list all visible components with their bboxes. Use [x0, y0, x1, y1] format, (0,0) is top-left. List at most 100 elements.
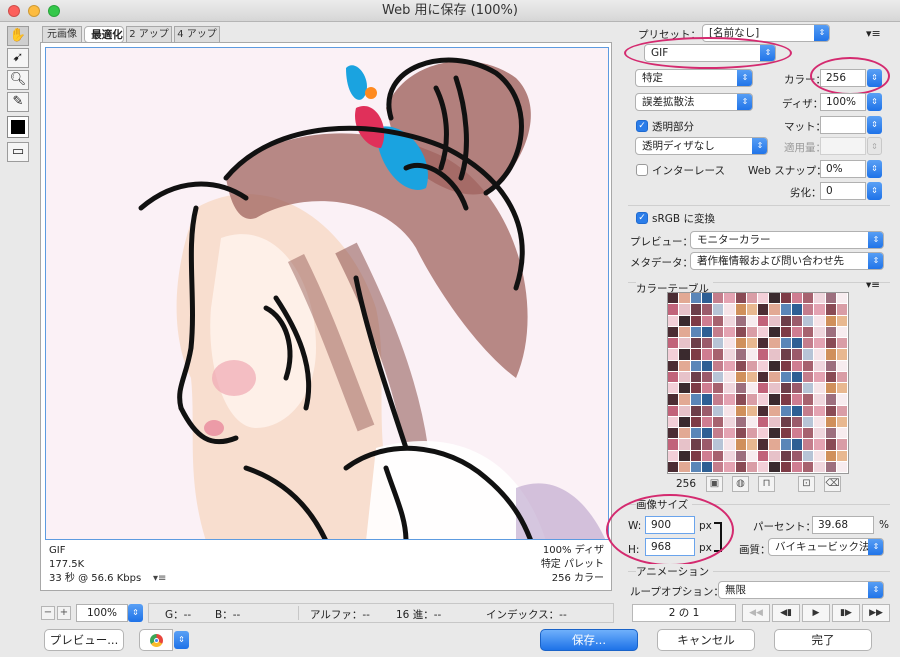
color-swatch[interactable] — [803, 394, 814, 405]
color-swatch[interactable] — [713, 315, 724, 326]
color-swatch[interactable] — [690, 461, 701, 472]
tab-2up[interactable]: 2 アップ — [126, 26, 172, 42]
websnap-field[interactable]: 0% — [820, 160, 866, 178]
color-swatch[interactable] — [791, 439, 802, 450]
color-swatch[interactable] — [825, 338, 836, 349]
color-swatch[interactable] — [679, 416, 690, 427]
color-swatch[interactable] — [713, 383, 724, 394]
color-swatch[interactable] — [814, 293, 825, 304]
color-swatch[interactable] — [746, 416, 757, 427]
color-swatch[interactable] — [836, 428, 847, 439]
color-swatch[interactable] — [814, 394, 825, 405]
color-swatch[interactable] — [701, 428, 712, 439]
color-swatch[interactable] — [825, 349, 836, 360]
colors-field[interactable]: 256 — [820, 69, 866, 87]
color-swatch[interactable] — [803, 405, 814, 416]
color-swatch[interactable] — [701, 360, 712, 371]
color-swatch[interactable] — [679, 383, 690, 394]
color-swatch[interactable] — [746, 326, 757, 337]
color-swatch[interactable] — [679, 461, 690, 472]
color-swatch[interactable] — [668, 416, 679, 427]
color-swatch[interactable] — [825, 383, 836, 394]
color-swatch[interactable] — [746, 338, 757, 349]
color-swatch[interactable] — [803, 338, 814, 349]
color-swatch[interactable] — [825, 304, 836, 315]
color-swatch[interactable] — [803, 293, 814, 304]
color-swatch[interactable] — [701, 371, 712, 382]
color-swatch[interactable] — [791, 293, 802, 304]
previous-frame-icon[interactable]: ◀▮ — [772, 604, 800, 622]
color-swatch[interactable] — [780, 315, 791, 326]
color-swatch[interactable] — [803, 371, 814, 382]
constrain-link-icon[interactable] — [714, 522, 722, 552]
color-swatch[interactable] — [814, 461, 825, 472]
color-swatch[interactable] — [746, 315, 757, 326]
color-swatch[interactable] — [701, 405, 712, 416]
done-button[interactable]: 完了 — [774, 629, 872, 651]
color-swatch[interactable] — [769, 383, 780, 394]
color-swatch[interactable] — [825, 371, 836, 382]
color-swatch[interactable] — [668, 371, 679, 382]
save-button[interactable]: 保存... — [540, 629, 638, 651]
color-swatch[interactable] — [713, 394, 724, 405]
color-swatch[interactable] — [836, 293, 847, 304]
color-swatch[interactable] — [803, 428, 814, 439]
zoom-out-icon[interactable]: − — [41, 606, 55, 620]
color-swatch[interactable] — [758, 428, 769, 439]
color-swatch[interactable] — [814, 405, 825, 416]
color-swatch[interactable] — [713, 416, 724, 427]
color-swatch[interactable] — [679, 326, 690, 337]
color-swatch[interactable] — [724, 293, 735, 304]
color-swatch[interactable] — [758, 326, 769, 337]
color-swatch[interactable] — [724, 315, 735, 326]
color-swatch[interactable] — [746, 304, 757, 315]
color-swatch[interactable] — [769, 461, 780, 472]
color-swatch[interactable] — [780, 394, 791, 405]
color-swatch[interactable] — [758, 304, 769, 315]
zoom-window-button[interactable] — [48, 5, 60, 17]
color-swatch[interactable] — [780, 304, 791, 315]
color-swatch[interactable] — [713, 293, 724, 304]
color-swatch[interactable] — [814, 371, 825, 382]
color-swatch[interactable] — [724, 450, 735, 461]
next-frame-icon[interactable]: ▮▶ — [832, 604, 860, 622]
new-color-icon[interactable]: ⊡ — [798, 476, 815, 492]
color-swatch[interactable] — [735, 450, 746, 461]
color-swatch[interactable] — [746, 349, 757, 360]
color-swatch[interactable] — [668, 394, 679, 405]
color-swatch[interactable] — [769, 326, 780, 337]
color-swatch[interactable] — [735, 405, 746, 416]
color-swatch[interactable] — [679, 405, 690, 416]
color-swatch[interactable] — [668, 338, 679, 349]
color-swatch[interactable] — [791, 360, 802, 371]
color-swatch[interactable] — [758, 439, 769, 450]
color-swatch[interactable] — [814, 360, 825, 371]
color-swatch[interactable] — [724, 439, 735, 450]
tab-4up[interactable]: 4 アップ — [174, 26, 220, 42]
color-swatch[interactable] — [780, 450, 791, 461]
color-swatch[interactable] — [825, 394, 836, 405]
color-swatch[interactable] — [713, 428, 724, 439]
quality-select[interactable]: バイキュービック法 ⇕ — [768, 538, 884, 556]
color-swatch[interactable] — [701, 439, 712, 450]
zoom-in-icon[interactable]: + — [57, 606, 71, 620]
color-swatch[interactable] — [769, 293, 780, 304]
color-swatch[interactable] — [690, 439, 701, 450]
color-swatch[interactable] — [791, 394, 802, 405]
color-swatch[interactable] — [679, 315, 690, 326]
color-swatch[interactable] — [836, 439, 847, 450]
color-swatch[interactable] — [758, 371, 769, 382]
interlace-checkbox[interactable] — [636, 164, 648, 176]
color-swatch[interactable] — [836, 450, 847, 461]
srgb-checkbox[interactable]: ✓ — [636, 212, 648, 224]
color-swatch[interactable] — [836, 315, 847, 326]
color-swatch[interactable] — [679, 360, 690, 371]
color-swatch[interactable] — [668, 461, 679, 472]
color-swatch[interactable] — [690, 428, 701, 439]
color-swatch[interactable] — [746, 383, 757, 394]
browser-select-stepper[interactable]: ⇕ — [174, 631, 189, 649]
color-swatch[interactable] — [679, 338, 690, 349]
color-swatch[interactable] — [814, 450, 825, 461]
dither-method-select[interactable]: 誤差拡散法 ⇕ — [635, 93, 753, 111]
color-swatch[interactable] — [814, 439, 825, 450]
